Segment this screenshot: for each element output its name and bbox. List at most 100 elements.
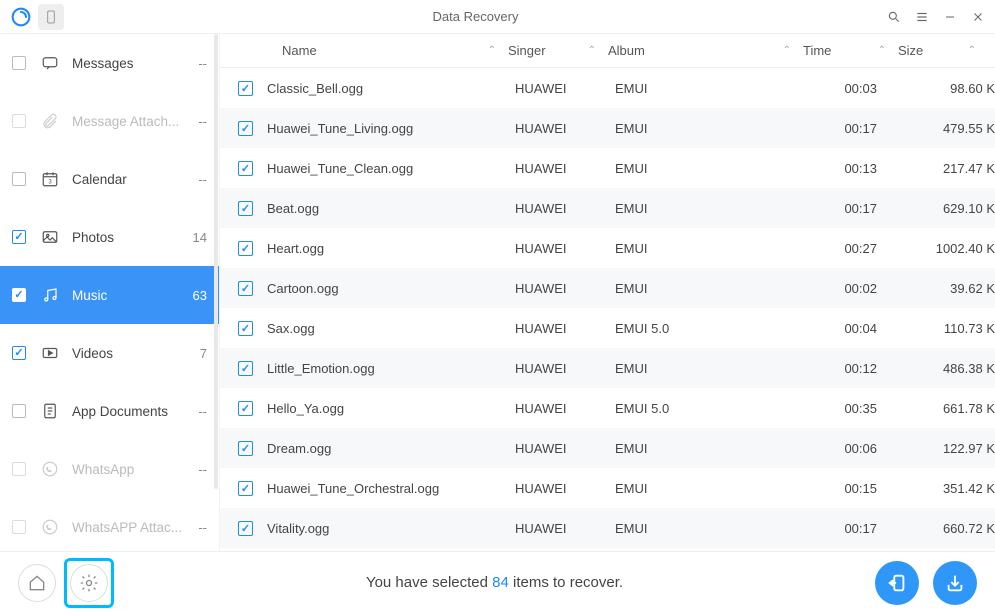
- row-checkbox[interactable]: [238, 161, 253, 176]
- sidebar-item-msg-attach[interactable]: Message Attach...--: [0, 92, 219, 150]
- cell-name: Huawei_Tune_Clean.ogg: [267, 161, 515, 176]
- table-row[interactable]: Huawei_Tune_Orchestral.oggHUAWEIEMUI00:1…: [220, 468, 995, 508]
- cell-time: 00:17: [810, 121, 905, 136]
- cell-name: Dream.ogg: [267, 441, 515, 456]
- row-checkbox[interactable]: [238, 241, 253, 256]
- cell-time: 00:35: [810, 401, 905, 416]
- cell-name: Huawei_Tune_Orchestral.ogg: [267, 481, 515, 496]
- cell-singer: HUAWEI: [515, 121, 615, 136]
- cell-time: 00:15: [810, 481, 905, 496]
- column-label: Name: [282, 43, 317, 58]
- cell-singer: HUAWEI: [515, 401, 615, 416]
- row-checkbox[interactable]: [238, 121, 253, 136]
- recover-to-computer-button[interactable]: [933, 561, 977, 605]
- cell-singer: HUAWEI: [515, 441, 615, 456]
- recover-to-device-button[interactable]: [875, 561, 919, 605]
- titlebar: Data Recovery: [0, 0, 995, 34]
- row-checkbox[interactable]: [238, 481, 253, 496]
- row-checkbox[interactable]: [238, 321, 253, 336]
- settings-button[interactable]: [70, 564, 108, 602]
- table-row[interactable]: Dream.oggHUAWEIEMUI00:06122.97 K: [220, 428, 995, 468]
- sidebar-item-calendar[interactable]: 3Calendar--: [0, 150, 219, 208]
- row-checkbox[interactable]: [238, 401, 253, 416]
- cell-time: 00:27: [810, 241, 905, 256]
- sidebar-checkbox[interactable]: [12, 404, 26, 418]
- column-label: Time: [803, 43, 831, 58]
- table-row[interactable]: Classic_Bell.oggHUAWEIEMUI00:0398.60 K: [220, 68, 995, 108]
- column-header-name[interactable]: Name⌃: [260, 43, 508, 58]
- app-logo-icon: [10, 6, 32, 28]
- table-row[interactable]: Sax.oggHUAWEIEMUI 5.000:04110.73 K: [220, 308, 995, 348]
- table-row[interactable]: Hello_Ya.oggHUAWEIEMUI 5.000:35661.78 K: [220, 388, 995, 428]
- sidebar-item-label: Calendar: [72, 172, 198, 187]
- cell-time: 00:06: [810, 441, 905, 456]
- sidebar: Messages--Message Attach...-- 3 Calendar --…: [0, 34, 220, 551]
- column-label: Singer: [508, 43, 546, 58]
- sidebar-item-whatsapp-attach[interactable]: WhatsAPP Attac...--: [0, 498, 219, 551]
- row-checkbox[interactable]: [238, 81, 253, 96]
- cell-singer: HUAWEI: [515, 201, 615, 216]
- cell-name: Little_Emotion.ogg: [267, 361, 515, 376]
- sidebar-item-count: 7: [200, 346, 207, 361]
- sidebar-item-label: WhatsAPP Attac...: [72, 520, 198, 535]
- footer-text-prefix: You have selected: [366, 574, 492, 591]
- sidebar-item-videos[interactable]: Videos7: [0, 324, 219, 382]
- table-row[interactable]: Beat.oggHUAWEIEMUI00:17629.10 K: [220, 188, 995, 228]
- sidebar-item-appdocs[interactable]: App Documents--: [0, 382, 219, 440]
- row-checkbox[interactable]: [238, 521, 253, 536]
- search-icon[interactable]: [887, 10, 901, 24]
- row-checkbox[interactable]: [238, 201, 253, 216]
- sidebar-checkbox[interactable]: [12, 230, 26, 244]
- sidebar-item-whatsapp[interactable]: WhatsApp--: [0, 440, 219, 498]
- cell-singer: HUAWEI: [515, 321, 615, 336]
- sidebar-checkbox[interactable]: [12, 462, 26, 476]
- column-header-album[interactable]: Album⌃: [608, 43, 803, 58]
- cell-name: Hello_Ya.ogg: [267, 401, 515, 416]
- footer-status: You have selected 84 items to recover.: [114, 574, 875, 591]
- column-header-time[interactable]: Time⌃: [803, 43, 898, 58]
- footer: You have selected 84 items to recover.: [0, 551, 995, 613]
- menu-icon[interactable]: [915, 10, 929, 24]
- sidebar-checkbox[interactable]: [12, 346, 26, 360]
- close-icon[interactable]: [971, 10, 985, 24]
- table-row[interactable]: Huawei_Tune_Clean.oggHUAWEIEMUI00:13217.…: [220, 148, 995, 188]
- window-title: Data Recovery: [64, 9, 887, 24]
- sidebar-checkbox[interactable]: [12, 56, 26, 70]
- minimize-icon[interactable]: [943, 10, 957, 24]
- table-row[interactable]: Heart.oggHUAWEIEMUI00:271002.40 K: [220, 228, 995, 268]
- sidebar-checkbox[interactable]: [12, 114, 26, 128]
- sidebar-checkbox[interactable]: [12, 520, 26, 534]
- home-button[interactable]: [18, 564, 56, 602]
- sidebar-item-label: Videos: [72, 346, 200, 361]
- row-checkbox[interactable]: [238, 361, 253, 376]
- titlebar-left: [10, 4, 64, 30]
- column-header-singer[interactable]: Singer⌃: [508, 43, 608, 58]
- sidebar-item-messages[interactable]: Messages--: [0, 34, 219, 92]
- whatsapp-icon: [40, 517, 60, 537]
- sidebar-item-music[interactable]: Music63: [0, 266, 219, 324]
- sidebar-item-photos[interactable]: Photos14: [0, 208, 219, 266]
- device-tab-button[interactable]: [38, 4, 64, 30]
- calendar-icon: 3: [40, 169, 60, 189]
- row-checkbox[interactable]: [238, 281, 253, 296]
- cell-time: 00:03: [810, 81, 905, 96]
- sidebar-checkbox[interactable]: [12, 172, 26, 186]
- sidebar-scrollbar[interactable]: [214, 34, 218, 489]
- table-header: Name⌃ Singer⌃ Album⌃ Time⌃ Size⌃: [220, 34, 995, 68]
- cell-album: EMUI: [615, 441, 810, 456]
- row-checkbox[interactable]: [238, 441, 253, 456]
- footer-text-suffix: items to recover.: [509, 574, 623, 591]
- table-row[interactable]: Cartoon.oggHUAWEIEMUI00:0239.62 K: [220, 268, 995, 308]
- column-header-size[interactable]: Size⌃: [898, 43, 988, 58]
- cell-album: EMUI: [615, 521, 810, 536]
- cell-size: 486.38 K: [905, 361, 995, 376]
- table-row[interactable]: Vitality.oggHUAWEIEMUI00:17660.72 K: [220, 508, 995, 548]
- sidebar-item-count: --: [198, 114, 207, 129]
- cell-singer: HUAWEI: [515, 281, 615, 296]
- cell-time: 00:04: [810, 321, 905, 336]
- sidebar-checkbox[interactable]: [12, 288, 26, 302]
- footer-right: [875, 561, 977, 605]
- settings-highlight: [64, 558, 114, 608]
- table-row[interactable]: Huawei_Tune_Living.oggHUAWEIEMUI00:17479…: [220, 108, 995, 148]
- table-row[interactable]: Little_Emotion.oggHUAWEIEMUI00:12486.38 …: [220, 348, 995, 388]
